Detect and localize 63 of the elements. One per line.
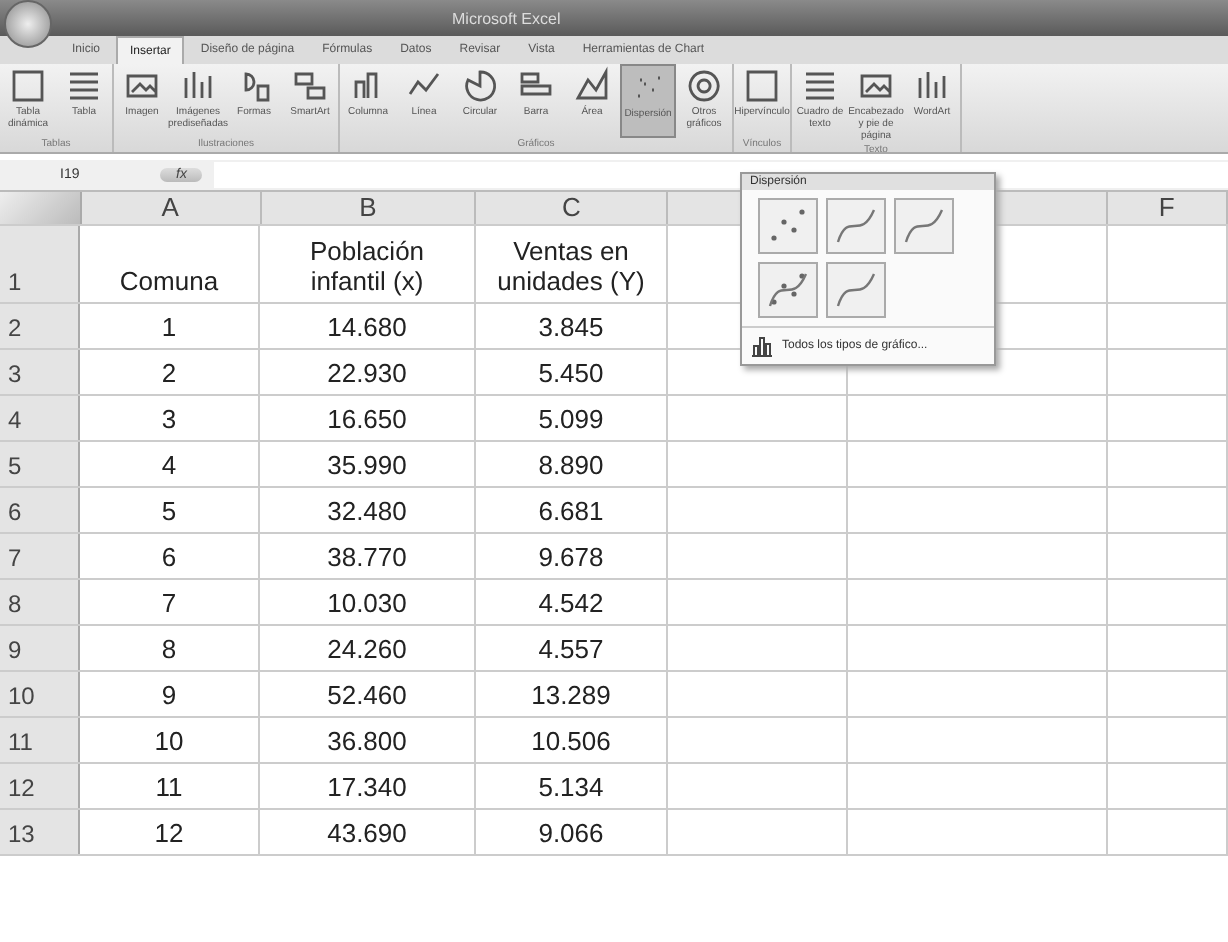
table-cell: 52.460 [327,680,407,710]
table-cell: 10.506 [531,726,611,756]
table-cell: 17.340 [327,772,407,802]
table-cell: 3.845 [538,312,604,342]
table-cell: 5.099 [538,404,604,434]
table-cell: 16.650 [327,404,407,434]
table-cell: 5.450 [538,358,604,388]
scatter-chart-option[interactable] [894,198,954,254]
table-cell: 9.678 [538,542,604,572]
table-cell: 12 [154,818,184,848]
table-cell-text: Ventas en unidades (Y) [495,236,647,296]
table-cell: Comuna [119,266,219,296]
table-cell-text: Población infantil (x) [307,236,427,296]
row-header[interactable]: 10 [0,672,80,716]
table-cell: 43.690 [327,818,407,848]
table-cell: 4 [161,450,177,480]
row-header[interactable]: 11 [0,718,80,762]
table-cell: 7 [161,588,177,618]
row-header[interactable]: 8 [0,580,80,624]
table-cell: 36.800 [327,726,407,756]
table-cell: 35.990 [327,450,407,480]
scatter-chart-option[interactable] [826,198,886,254]
table-cell: 6 [161,542,177,572]
row-header[interactable]: 4 [0,396,80,440]
table-cell: 5 [161,496,177,526]
table-cell: 9 [161,680,177,710]
table-cell: 11 [155,772,183,802]
column-header[interactable]: A [81,192,262,224]
table-cell: 2 [161,358,177,388]
column-header[interactable]: F [1107,192,1228,224]
table-cell: 4.557 [538,634,604,664]
scatter-chart-option[interactable] [758,262,818,318]
table-cell: 24.260 [327,634,407,664]
table-cell: 3 [161,404,177,434]
column-header[interactable]: C [476,192,669,224]
table-cell: 5.134 [538,772,604,802]
row-header[interactable]: 2 [0,304,80,348]
row-header[interactable]: 7 [0,534,80,578]
table-cell: 32.480 [327,496,407,526]
row-header[interactable]: 3 [0,350,80,394]
table-cell: 4.542 [538,588,604,618]
table-cell: 1 [161,312,177,342]
row-header[interactable]: 13 [0,810,80,854]
table-cell: 8 [161,634,177,664]
table-cell: 22.930 [327,358,407,388]
table-cell: 9.066 [538,818,604,848]
scatter-chart-option[interactable] [826,262,886,318]
column-header[interactable]: B [261,192,477,224]
row-header[interactable]: 1 [0,226,80,302]
scatter-chart-option[interactable] [758,198,818,254]
table-cell: 10.030 [327,588,407,618]
row-header[interactable]: 12 [0,764,80,808]
window-title: Microsoft Excel [452,9,561,27]
row-header[interactable]: 5 [0,442,80,486]
row-header[interactable]: 9 [0,626,80,670]
table-cell: 14.680 [327,312,407,342]
table-cell: 13.289 [531,680,611,710]
table-cell: 10 [154,726,184,756]
row-header[interactable]: 6 [0,488,80,532]
table-cell: 6.681 [538,496,604,526]
table-cell: 38.770 [327,542,407,572]
table-cell: 8.890 [538,450,604,480]
office-button[interactable] [4,0,52,48]
